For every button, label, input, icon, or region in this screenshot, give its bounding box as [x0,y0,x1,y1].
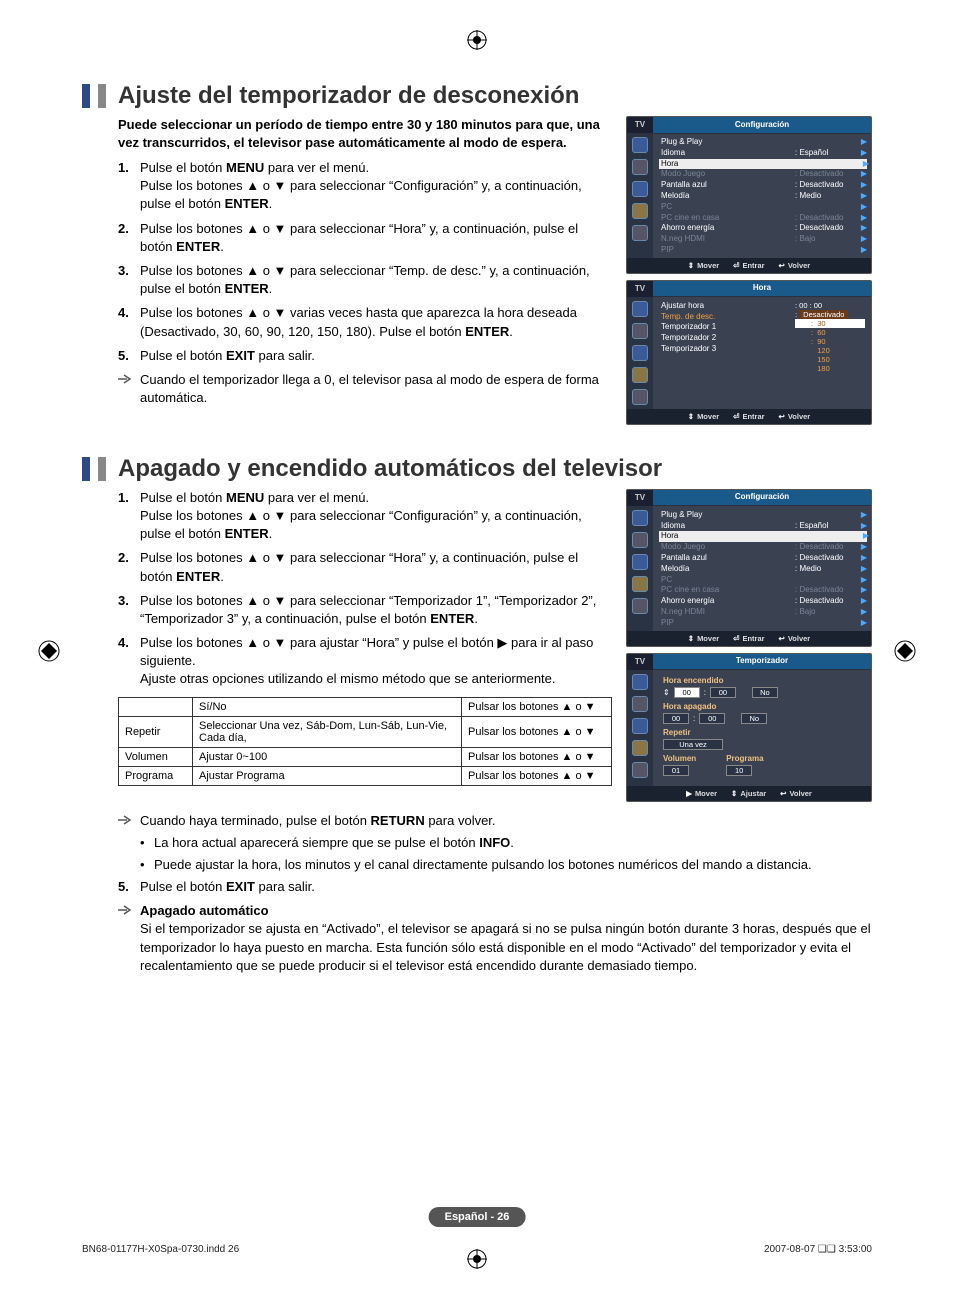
page-number-badge: Español - 26 [429,1207,526,1227]
section2-steps: 1.Pulse el botón MENU para ver el menú.P… [118,489,612,689]
options-table: Sí/NoPulsar los botones ▲ o ▼ RepetirSel… [118,697,612,786]
section2-bullets: La hora actual aparecerá siempre que se … [140,834,872,874]
osd-configuracion-2: TVConfiguración Plug & Play▶ Idioma: Esp… [626,489,872,647]
section2-header: Apagado y encendido automáticos del tele… [82,455,872,483]
osd-icon [632,203,648,219]
section1-intro: Puede seleccionar un período de tiempo e… [118,116,612,151]
osd-icon [632,137,648,153]
print-footer: BN68-01177H-X0Spa-0730.indd 26 2007-08-0… [82,1244,872,1255]
osd-icon [632,159,648,175]
osd-icon [632,181,648,197]
osd-configuracion-1: TVConfiguración Plug & Play▶ Idioma: Esp… [626,116,872,274]
section2-title: Apagado y encendido automáticos del tele… [118,455,662,483]
auto-off-note: Apagado automático Si el temporizador se… [118,902,872,975]
section1-header: Ajuste del temporizador de desconexión [82,82,872,110]
section1-title: Ajuste del temporizador de desconexión [118,82,579,110]
osd-hora: TVHora Ajustar hora Temp. de desc. Tempo… [626,280,872,425]
section2-note1: Cuando haya terminado, pulse el botón RE… [118,812,872,830]
crop-diamond-right-icon [894,640,916,662]
osd-icon [632,225,648,241]
crop-diamond-left-icon [38,640,60,662]
section1-note: Cuando el temporizador llega a 0, el tel… [118,371,612,407]
section1-steps: 1.Pulse el botón MENU para ver el menú.P… [118,159,612,365]
osd-temporizador: TVTemporizador Hora encendido ⇕ 00: 00 N… [626,653,872,802]
crop-mark-top-icon [467,30,487,50]
